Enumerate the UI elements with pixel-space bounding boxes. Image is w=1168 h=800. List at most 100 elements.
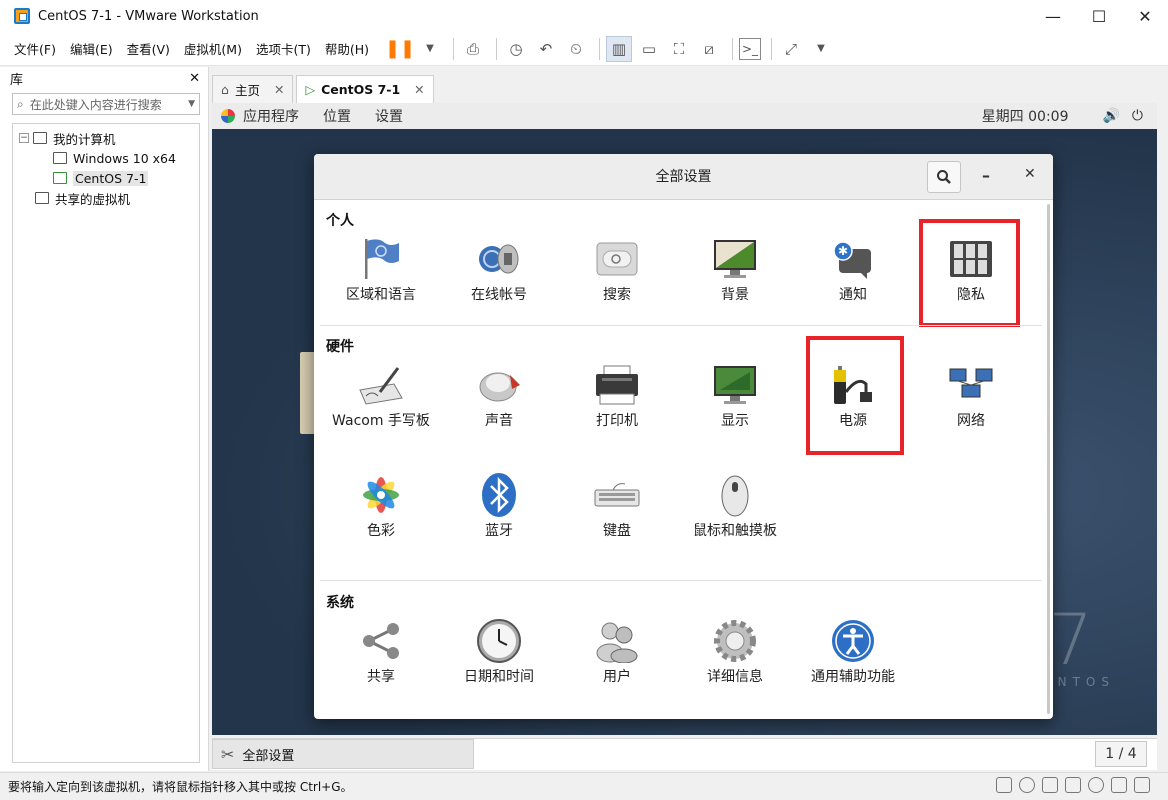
vm-running-icon: ▷ <box>305 82 316 97</box>
stretch-dropdown-icon[interactable]: ▼ <box>808 36 834 62</box>
tree-item-shared-vms[interactable]: 共享的虚拟机 <box>13 188 199 208</box>
vm-tab-bar: ⌂ 主页 ✕ ▷ CentOS 7-1 ✕ <box>212 75 437 103</box>
tab-home[interactable]: ⌂ 主页 ✕ <box>212 75 294 103</box>
network-icon <box>947 362 995 408</box>
hard-disk-icon[interactable] <box>996 777 1012 793</box>
settings-minimize-button[interactable]: – <box>982 166 990 185</box>
menu-file[interactable]: 文件(F) <box>14 39 56 58</box>
setting-users[interactable]: 用户 <box>562 618 672 687</box>
stretch-icon[interactable]: ⤢ <box>778 36 804 62</box>
setting-wacom[interactable]: Wacom 手写板 <box>326 362 436 431</box>
minimize-button[interactable]: — <box>1030 0 1076 32</box>
menu-bar: 文件(F) 编辑(E) 查看(V) 虚拟机(M) 选项卡(T) 帮助(H) ❚❚… <box>0 32 1168 66</box>
toolbar: ❚❚ ▼ ⎙ ◷ ↶ ⏲ ▥ ▭ ⛶ ⧄ >_ ⤢ ▼ <box>385 35 838 62</box>
snapshot-icon[interactable]: ◷ <box>503 36 529 62</box>
gnome-clock[interactable]: 星期四 00:09 <box>982 106 1069 126</box>
console-icon[interactable]: >_ <box>739 37 762 60</box>
usb-icon[interactable] <box>1042 777 1058 793</box>
workspace-pager[interactable]: 1 / 4 <box>1095 741 1147 767</box>
thumbnail-bar-icon[interactable]: ▭ <box>636 36 662 62</box>
home-icon: ⌂ <box>221 82 229 97</box>
setting-accessibility[interactable]: 通用辅助功能 <box>798 618 908 687</box>
gnome-menu-applications[interactable]: 应用程序 <box>243 106 299 126</box>
online-accounts-icon <box>475 236 523 282</box>
unity-icon[interactable]: ⧄ <box>696 36 722 62</box>
tab-close-icon[interactable]: ✕ <box>414 82 424 97</box>
setting-color[interactable]: 色彩 <box>326 472 436 541</box>
svg-text:✱: ✱ <box>838 244 848 258</box>
setting-mouse-touchpad[interactable]: 鼠标和触摸板 <box>680 472 790 541</box>
network-adapter-icon[interactable] <box>1065 777 1081 793</box>
close-button[interactable]: ✕ <box>1122 0 1168 32</box>
power-icon[interactable]: ⏻ <box>1132 108 1143 124</box>
settings-search-button[interactable] <box>927 161 961 193</box>
setting-printers[interactable]: 打印机 <box>562 362 672 431</box>
menu-view[interactable]: 查看(V) <box>127 39 170 58</box>
maximize-button[interactable]: ☐ <box>1076 0 1122 32</box>
fullscreen-icon[interactable]: ⛶ <box>666 36 692 62</box>
tree-item-my-computer[interactable]: − 我的计算机 <box>13 128 199 148</box>
gnome-menu-settings[interactable]: 设置 <box>375 106 403 126</box>
menu-tabs[interactable]: 选项卡(T) <box>256 39 311 58</box>
setting-displays[interactable]: 显示 <box>680 362 790 431</box>
setting-date-time[interactable]: 日期和时间 <box>444 618 554 687</box>
background-icon <box>711 236 759 282</box>
setting-sharing[interactable]: 共享 <box>326 618 436 687</box>
tab-close-icon[interactable]: ✕ <box>274 82 284 97</box>
menu-edit[interactable]: 编辑(E) <box>70 39 113 58</box>
send-ctrl-alt-del-icon[interactable]: ⎙ <box>460 36 486 62</box>
library-close-icon[interactable]: ✕ <box>189 71 200 86</box>
revert-snapshot-icon[interactable]: ↶ <box>533 36 559 62</box>
centos-wordmark: NTOS <box>1057 675 1115 689</box>
library-panel: 库 ✕ ⌕ 在此处键入内容进行搜索 ▼ − 我的计算机 Windows 10 x… <box>0 67 209 771</box>
library-search-input[interactable]: ⌕ 在此处键入内容进行搜索 ▼ <box>12 93 200 115</box>
vm-icon <box>53 152 67 164</box>
taskbar-settings-button[interactable]: ✂ 全部设置 <box>212 739 474 769</box>
settings-body: 个人 区域和语言 在线帐号 搜索 背景 ✱ 通知 隐私 硬件 Wacom 手写板… <box>314 200 1053 719</box>
setting-background[interactable]: 背景 <box>680 236 790 305</box>
menu-vm[interactable]: 虚拟机(M) <box>184 39 242 58</box>
search-settings-icon <box>593 236 641 282</box>
vm-running-icon <box>53 172 67 184</box>
dropdown-arrow-icon[interactable]: ▼ <box>417 36 443 62</box>
setting-sound[interactable]: 声音 <box>444 362 554 431</box>
library-tree: − 我的计算机 Windows 10 x64 CentOS 7-1 共享的虚拟机 <box>12 123 200 763</box>
setting-notifications[interactable]: ✱ 通知 <box>798 236 908 305</box>
users-icon <box>593 618 641 664</box>
section-personal-title: 个人 <box>326 213 354 229</box>
shared-vm-icon <box>35 192 49 204</box>
vmware-logo-icon <box>14 8 30 24</box>
setting-keyboard[interactable]: 键盘 <box>562 472 672 541</box>
library-toggle-icon[interactable]: ▥ <box>606 35 633 62</box>
tree-item-centos[interactable]: CentOS 7-1 <box>13 168 199 188</box>
tab-centos[interactable]: ▷ CentOS 7-1 ✕ <box>296 75 434 103</box>
pause-icon[interactable]: ❚❚ <box>385 36 415 62</box>
gnome-menu-places[interactable]: 位置 <box>323 106 351 126</box>
chevron-down-icon[interactable]: ▼ <box>188 99 195 109</box>
color-icon <box>357 472 405 518</box>
settings-close-button[interactable]: ✕ <box>1024 166 1036 182</box>
computer-icon <box>33 132 47 144</box>
printer-status-icon[interactable] <box>1111 777 1127 793</box>
display-status-icon[interactable] <box>1134 777 1150 793</box>
notifications-icon: ✱ <box>829 236 877 282</box>
scrollbar[interactable] <box>1047 204 1050 714</box>
setting-search[interactable]: 搜索 <box>562 236 672 305</box>
sound-card-icon[interactable] <box>1088 777 1104 793</box>
setting-online-accounts[interactable]: 在线帐号 <box>444 236 554 305</box>
cd-drive-icon[interactable] <box>1019 777 1035 793</box>
snapshot-manager-icon[interactable]: ⏲ <box>563 36 589 62</box>
setting-region-language[interactable]: 区域和语言 <box>326 236 436 305</box>
volume-icon[interactable]: 🔊 <box>1102 108 1119 124</box>
vm-screen[interactable]: 应用程序 位置 设置 星期四 00:09 🔊 ⏻ 7 NTOS 全部设置 – ✕… <box>212 103 1157 735</box>
collapse-icon[interactable]: − <box>19 133 29 143</box>
setting-bluetooth[interactable]: 蓝牙 <box>444 472 554 541</box>
settings-window: 全部设置 – ✕ 个人 区域和语言 在线帐号 搜索 背景 ✱ 通知 隐私 硬件 … <box>314 154 1053 719</box>
setting-network[interactable]: 网络 <box>916 362 1026 431</box>
search-icon <box>937 170 951 184</box>
menu-help[interactable]: 帮助(H) <box>325 39 369 58</box>
status-text: 要将输入定向到该虚拟机，请将鼠标指针移入其中或按 Ctrl+G。 <box>8 780 353 794</box>
tree-item-windows10[interactable]: Windows 10 x64 <box>13 148 199 168</box>
setting-details[interactable]: 详细信息 <box>680 618 790 687</box>
section-hardware-title: 硬件 <box>326 339 354 355</box>
